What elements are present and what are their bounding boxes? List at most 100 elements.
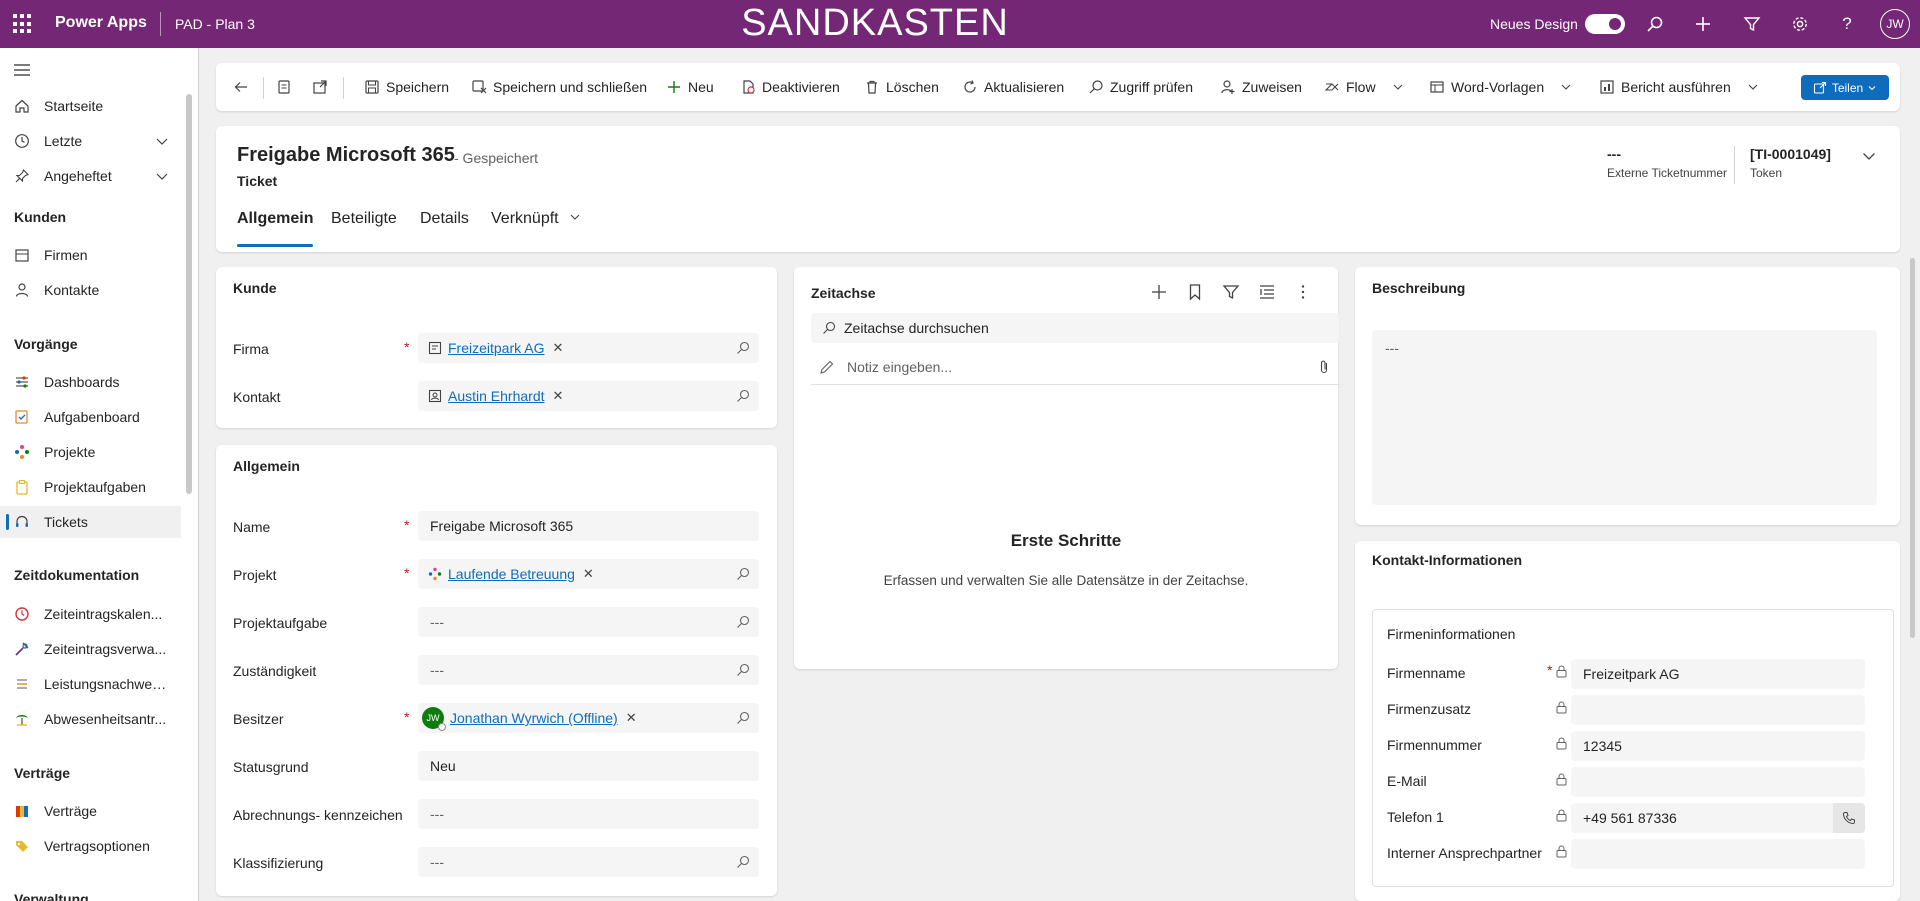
save-close-label: Speichern und schließen — [493, 79, 648, 95]
nav-item-abwesenheitsantraege[interactable]: Abwesenheitsantr... — [0, 703, 181, 735]
expand-header-chevron-icon[interactable] — [1861, 148, 1877, 167]
search-icon[interactable] — [736, 389, 750, 406]
name-input[interactable]: Freigabe Microsoft 365 — [418, 511, 759, 541]
timeline-search-input[interactable]: Zeitachse durchsuchen — [811, 313, 1339, 343]
zustaendigkeit-lookup[interactable]: --- — [418, 655, 759, 685]
remove-icon[interactable]: ✕ — [552, 340, 563, 356]
nav-group-zeitdokumentation: Zeitdokumentation — [14, 567, 140, 583]
refresh-button[interactable]: Aktualisieren — [962, 63, 1064, 111]
chevron-down-icon — [1393, 84, 1402, 90]
telefon1-input[interactable]: +49 561 87336 — [1571, 803, 1865, 833]
save-and-close-button[interactable]: Speichern und schließen — [471, 63, 647, 111]
besitzer-lookup[interactable]: JW Jonathan Wyrwich (Offline) ✕ — [418, 703, 759, 733]
help-icon[interactable]: ? — [1835, 12, 1859, 36]
back-button[interactable] — [233, 63, 255, 111]
check-access-button[interactable]: Zugriff prüfen — [1088, 63, 1193, 111]
field-klassifizierung: Klassifizierung --- — [216, 847, 777, 887]
bookmark-icon[interactable] — [1186, 283, 1204, 304]
subsection-title: Firmeninformationen — [1387, 626, 1516, 642]
klassifizierung-lookup[interactable]: --- — [418, 847, 759, 877]
filter-icon[interactable] — [1222, 283, 1240, 304]
remove-icon[interactable]: ✕ — [583, 566, 594, 582]
run-report-button[interactable]: Bericht ausführen — [1599, 63, 1765, 111]
nav-item-tickets[interactable]: Tickets — [0, 506, 181, 538]
page-scrollbar[interactable] — [1910, 258, 1915, 638]
more-options-icon[interactable] — [1294, 283, 1312, 304]
new-design-toggle[interactable] — [1585, 14, 1625, 34]
nav-item-label: Firmen — [44, 247, 88, 263]
search-icon[interactable] — [736, 341, 750, 358]
delete-button[interactable]: Löschen — [864, 63, 939, 111]
kontakt-lookup[interactable]: Austin Ehrhardt ✕ — [418, 381, 759, 411]
share-button[interactable]: Teilen — [1801, 75, 1889, 100]
add-icon[interactable] — [1150, 283, 1168, 304]
search-icon[interactable] — [736, 711, 750, 728]
projekt-lookup[interactable]: Laufende Betreuung ✕ — [418, 559, 759, 589]
word-templates-button[interactable]: Word-Vorlagen — [1429, 63, 1578, 111]
chevron-down-icon[interactable] — [155, 169, 169, 186]
nav-scrollbar[interactable] — [186, 94, 192, 494]
nav-item-leistungsnachweise[interactable]: Leistungsnachweise — [0, 668, 181, 700]
user-avatar[interactable]: JW — [1880, 9, 1910, 39]
save-button[interactable]: Speichern — [364, 63, 449, 111]
interner-ansprechpartner-input[interactable] — [1571, 839, 1865, 869]
abrechnungskennzeichen-select[interactable]: --- — [418, 799, 759, 829]
search-icon[interactable] — [736, 663, 750, 680]
header-field-token: [TI-0001049] Token — [1750, 146, 1831, 180]
firmenname-input[interactable]: Freizeitpark AG — [1571, 659, 1865, 689]
nav-item-firmen[interactable]: Firmen — [0, 239, 181, 271]
besitzer-link[interactable]: Jonathan Wyrwich (Offline) — [450, 710, 618, 726]
nav-item-letzte[interactable]: Letzte — [0, 125, 181, 157]
nav-item-label: Tickets — [44, 514, 88, 530]
search-icon[interactable] — [736, 615, 750, 632]
chevron-down-icon — [1561, 84, 1571, 90]
chevron-down-icon[interactable] — [155, 134, 169, 151]
tab-allgemein[interactable]: Allgemein — [237, 210, 314, 247]
assign-button[interactable]: Zuweisen — [1220, 63, 1302, 111]
search-icon[interactable] — [1643, 12, 1667, 36]
new-button[interactable]: Neu — [666, 63, 714, 111]
timeline-note-input[interactable]: Notiz eingeben... — [811, 349, 1339, 385]
nav-item-startseite[interactable]: Startseite — [0, 90, 181, 122]
open-new-window-button[interactable] — [312, 63, 334, 111]
filter-icon[interactable] — [1740, 12, 1764, 36]
email-input[interactable] — [1571, 767, 1865, 797]
firma-lookup[interactable]: Freizeitpark AG ✕ — [418, 333, 759, 363]
nav-item-dashboards[interactable]: Dashboards — [0, 366, 181, 398]
deactivate-button[interactable]: Deaktivieren — [740, 63, 840, 111]
tab-details[interactable]: Details — [420, 210, 469, 246]
remove-icon[interactable]: ✕ — [626, 710, 637, 726]
beschreibung-textarea[interactable]: --- — [1372, 330, 1877, 505]
nav-item-projekte[interactable]: Projekte — [0, 436, 181, 468]
nav-item-projektaufgaben[interactable]: Projektaufgaben — [0, 471, 181, 503]
phone-icon[interactable] — [1833, 803, 1865, 833]
form-view-button[interactable] — [276, 63, 298, 111]
word-templates-label: Word-Vorlagen — [1451, 79, 1545, 95]
search-icon[interactable] — [736, 855, 750, 872]
field-label: Besitzer — [233, 711, 284, 727]
statusgrund-select[interactable]: Neu — [418, 751, 759, 781]
sort-list-icon[interactable] — [1258, 283, 1276, 304]
nav-item-zeiteintragskalender[interactable]: Zeiteintragskalen... — [0, 598, 181, 630]
plus-icon[interactable] — [1691, 12, 1715, 36]
projekt-link[interactable]: Laufende Betreuung — [448, 566, 575, 582]
nav-item-zeiteintragsverwaltung[interactable]: Zeiteintragsverwa... — [0, 633, 181, 665]
hamburger-menu-icon[interactable] — [14, 63, 30, 80]
firma-link[interactable]: Freizeitpark AG — [448, 340, 544, 356]
firmenzusatz-input[interactable] — [1571, 695, 1865, 725]
nav-item-vertragsoptionen[interactable]: Vertragsoptionen — [0, 830, 181, 862]
nav-item-vertraege[interactable]: Verträge — [0, 795, 181, 827]
nav-item-aufgabenboard[interactable]: Aufgabenboard — [0, 401, 181, 433]
field-firmennummer: Firmennummer 12345 — [1373, 731, 1893, 761]
kontakt-link[interactable]: Austin Ehrhardt — [448, 388, 545, 404]
nav-item-kontakte[interactable]: Kontakte — [0, 274, 181, 306]
nav-item-angeheftet[interactable]: Angeheftet — [0, 160, 181, 192]
remove-icon[interactable]: ✕ — [553, 388, 564, 404]
tab-verknuepft[interactable]: Verknüpft — [491, 210, 581, 246]
firmennummer-input[interactable]: 12345 — [1571, 731, 1865, 761]
flow-button[interactable]: Flow — [1324, 63, 1410, 111]
settings-icon[interactable] — [1788, 12, 1812, 36]
projektaufgabe-lookup[interactable]: --- — [418, 607, 759, 637]
tab-beteiligte[interactable]: Beteiligte — [331, 210, 397, 246]
search-icon[interactable] — [736, 567, 750, 584]
